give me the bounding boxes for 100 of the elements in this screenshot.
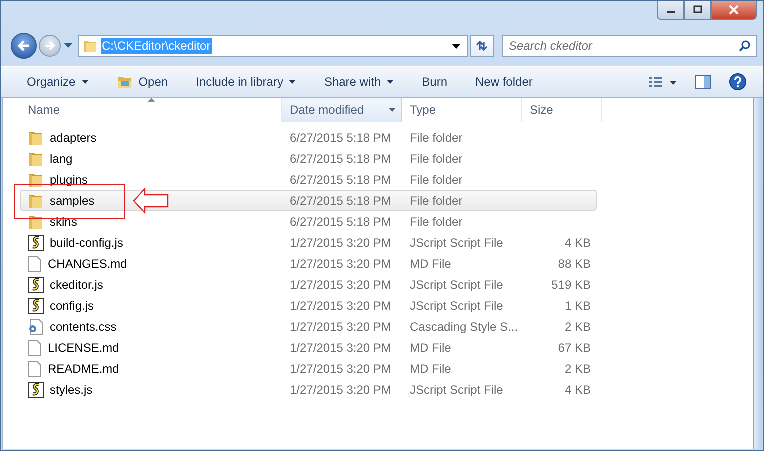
caret-icon[interactable] xyxy=(452,44,461,48)
file-name: skins xyxy=(50,214,78,228)
folder-icon xyxy=(28,214,44,230)
type-text: File folder xyxy=(410,214,463,228)
file-name: config.js xyxy=(50,298,94,312)
date-text: 6/27/2015 5:18 PM xyxy=(290,172,392,186)
file-row[interactable]: LICENSE.md 1/27/2015 3:20 PM MD File 67 KB xyxy=(20,337,597,358)
type-text: Cascading Style S... xyxy=(410,320,518,334)
sort-arrow-icon xyxy=(148,98,155,102)
file-name: styles.js xyxy=(50,382,93,396)
size-text: 1 KB xyxy=(564,298,591,312)
toolbar-button[interactable]: New folder xyxy=(466,71,543,93)
date-text: 1/27/2015 3:20 PM xyxy=(290,256,392,270)
search-field[interactable]: Search ckeditor xyxy=(502,35,757,57)
scrollbar[interactable] xyxy=(753,98,762,449)
column-header[interactable]: Type xyxy=(402,98,522,122)
file-name: ckeditor.js xyxy=(50,278,104,292)
file-row[interactable]: build-config.js 1/27/2015 3:20 PM JScript Script File 4 KB xyxy=(20,232,597,253)
refresh-button[interactable] xyxy=(470,35,494,57)
type-text: MD File xyxy=(410,362,452,376)
type-text: JScript Script File xyxy=(410,236,504,250)
back-button[interactable] xyxy=(11,33,37,59)
date-text: 6/27/2015 5:18 PM xyxy=(290,214,392,228)
file-row[interactable]: adapters 6/27/2015 5:18 PM File folder xyxy=(20,127,597,148)
toolbar-button[interactable]: Burn xyxy=(412,71,458,93)
help-button[interactable] xyxy=(727,71,749,93)
type-text: File folder xyxy=(410,130,463,144)
close-icon xyxy=(729,5,739,15)
arrow-icon xyxy=(133,188,169,214)
maximize-button[interactable] xyxy=(684,1,711,20)
date-text: 6/27/2015 5:18 PM xyxy=(290,130,392,144)
file-icon xyxy=(28,256,42,272)
script-file-icon xyxy=(28,382,44,398)
file-row[interactable]: contents.css 1/27/2015 3:20 PM Cascading Style S... 2 KB xyxy=(20,316,597,337)
type-text: MD File xyxy=(410,340,452,354)
minimize-button[interactable] xyxy=(657,1,684,20)
type-text: File folder xyxy=(410,172,463,186)
date-text: 1/27/2015 3:20 PM xyxy=(290,382,392,396)
folder-icon xyxy=(83,39,97,53)
file-row[interactable]: lang 6/27/2015 5:18 PM File folder xyxy=(20,148,597,169)
size-text: 519 KB xyxy=(552,278,591,292)
file-name: README.md xyxy=(48,362,120,376)
date-text: 6/27/2015 5:18 PM xyxy=(290,194,392,208)
file-name: plugins xyxy=(50,172,88,186)
folder-icon xyxy=(28,130,44,146)
date-text: 1/27/2015 3:20 PM xyxy=(290,320,392,334)
file-row[interactable]: plugins 6/27/2015 5:18 PM File folder xyxy=(20,169,597,190)
size-text: 2 KB xyxy=(564,362,591,376)
file-name: samples xyxy=(50,194,95,208)
type-text: JScript Script File xyxy=(410,298,504,312)
file-row[interactable]: CHANGES.md 1/27/2015 3:20 PM MD File 88 KB xyxy=(20,253,597,274)
file-name: CHANGES.md xyxy=(48,256,128,270)
date-text: 6/27/2015 5:18 PM xyxy=(290,152,392,166)
file-row[interactable]: ckeditor.js 1/27/2015 3:20 PM JScript Script File 519 KB xyxy=(20,274,597,295)
toolbar-button[interactable]: Include in library xyxy=(186,71,306,93)
file-name: contents.css xyxy=(50,320,117,334)
column-header[interactable]: Date modified xyxy=(282,98,402,122)
search-icon xyxy=(739,40,751,52)
file-row[interactable]: styles.js 1/27/2015 3:20 PM JScript Script File 4 KB xyxy=(20,379,597,400)
date-text: 1/27/2015 3:20 PM xyxy=(290,278,392,292)
size-text: 88 KB xyxy=(558,256,591,270)
file-name: build-config.js xyxy=(50,236,124,250)
file-icon xyxy=(28,360,42,376)
folder-icon xyxy=(28,150,44,166)
column-header[interactable]: Size xyxy=(522,98,602,122)
date-text: 1/27/2015 3:20 PM xyxy=(290,236,392,250)
size-text: 2 KB xyxy=(564,320,591,334)
date-text: 1/27/2015 3:20 PM xyxy=(290,362,392,376)
file-icon xyxy=(28,340,42,356)
date-text: 1/27/2015 3:20 PM xyxy=(290,340,392,354)
arrow-left-icon xyxy=(17,39,31,53)
date-text: 1/27/2015 3:20 PM xyxy=(290,298,392,312)
file-name: LICENSE.md xyxy=(48,340,120,354)
file-row[interactable]: README.md 1/27/2015 3:20 PM MD File 2 KB xyxy=(20,358,597,379)
size-text: 4 KB xyxy=(564,382,591,396)
script-file-icon xyxy=(28,234,44,250)
folder-icon xyxy=(116,75,133,89)
file-row[interactable]: skins 6/27/2015 5:18 PM File folder xyxy=(20,211,597,232)
type-text: MD File xyxy=(410,256,452,270)
type-text: File folder xyxy=(410,194,463,208)
type-text: JScript Script File xyxy=(410,382,504,396)
maximize-icon xyxy=(692,5,702,15)
file-row[interactable]: samples 6/27/2015 5:18 PM File folder xyxy=(20,190,597,211)
view-options-button[interactable] xyxy=(647,74,679,90)
toolbar-button[interactable]: Open xyxy=(106,71,178,93)
preview-pane-button[interactable] xyxy=(693,73,713,91)
type-text: File folder xyxy=(410,152,463,166)
type-text: JScript Script File xyxy=(410,278,504,292)
folder-icon xyxy=(28,172,44,188)
toolbar-button[interactable]: Organize xyxy=(17,71,99,93)
script-file-icon xyxy=(28,276,44,292)
file-name: lang xyxy=(50,152,73,166)
file-name: adapters xyxy=(50,130,97,144)
caret-icon xyxy=(389,108,396,112)
size-text: 4 KB xyxy=(564,236,591,250)
arrow-right-icon xyxy=(44,40,56,52)
close-button[interactable] xyxy=(711,1,757,20)
refresh-icon xyxy=(475,40,489,52)
file-row[interactable]: config.js 1/27/2015 3:20 PM JScript Script File 1 KB xyxy=(20,295,597,316)
toolbar-button[interactable]: Share with xyxy=(314,71,404,93)
